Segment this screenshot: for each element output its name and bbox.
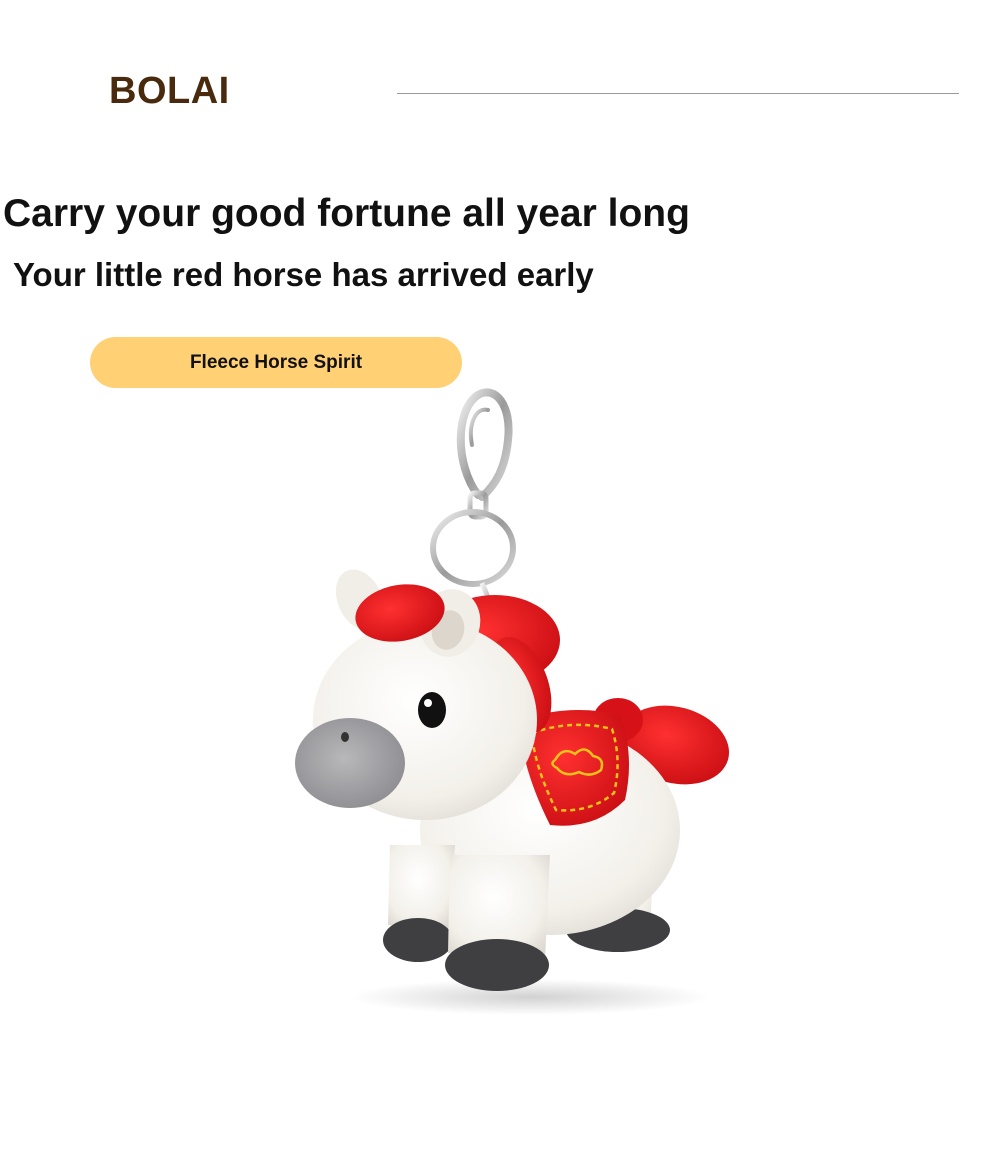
horse-front-legs [383,845,550,991]
horse-eye [418,692,446,728]
header-divider [397,93,959,94]
product-name-tag: Fleece Horse Spirit [90,337,462,388]
subheadline: Your little red horse has arrived early [13,256,594,293]
brand-logo: BOLAI [109,70,230,112]
headline: Carry your good fortune all year long [3,192,690,235]
keychain-ring [430,509,516,587]
plush-horse-keychain-image [295,388,730,1015]
keychain-clasp [456,388,513,520]
